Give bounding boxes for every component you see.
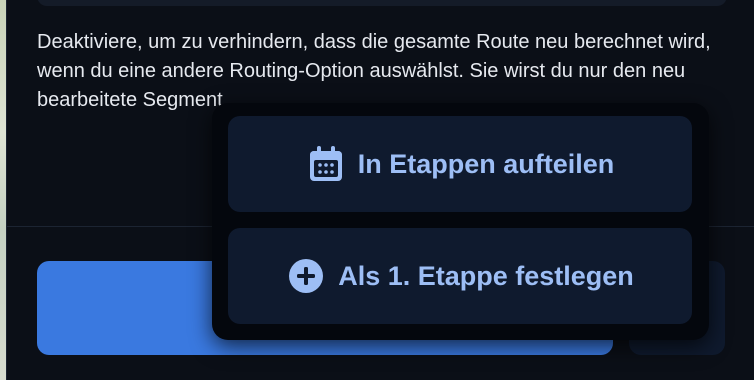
top-input-field[interactable] [37, 0, 727, 6]
context-menu: In Etappen aufteilen Als 1. Etappe festl… [212, 103, 709, 340]
menu-item-label: Als 1. Etappe festlegen [338, 260, 634, 291]
calendar-icon [306, 144, 346, 184]
plus-circle-icon [286, 256, 326, 296]
menu-item-label: In Etappen aufteilen [357, 148, 615, 179]
routing-description-text: Deaktiviere, um zu verhindern, dass die … [37, 31, 711, 111]
menu-item-set-as-first-stage[interactable]: Als 1. Etappe festlegen [228, 228, 692, 324]
menu-item-split-into-stages[interactable]: In Etappen aufteilen [228, 116, 692, 212]
